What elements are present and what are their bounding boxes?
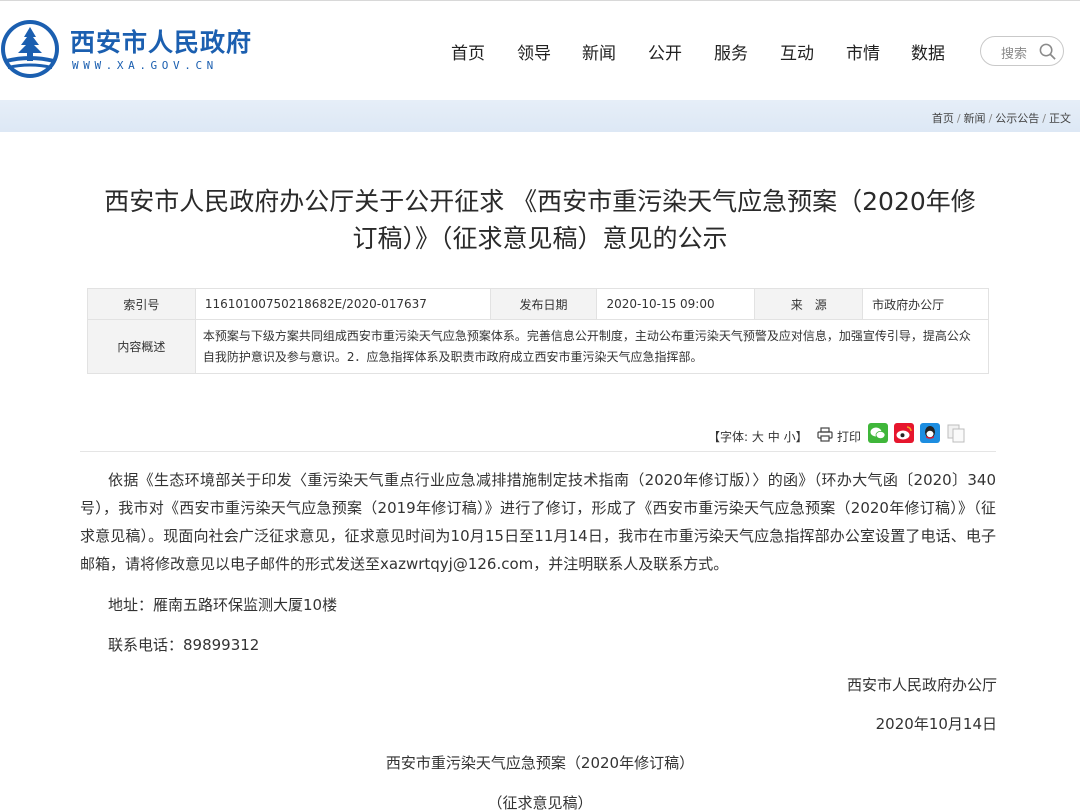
- article-meta-table: 索引号 11610100750218682E/2020-017637 发布日期 …: [87, 288, 990, 374]
- weibo-icon[interactable]: [894, 423, 914, 443]
- breadcrumb-notices[interactable]: 公示公告: [995, 112, 1039, 125]
- printer-icon: [817, 427, 833, 442]
- breadcrumb-home[interactable]: 首页: [932, 112, 954, 125]
- breadcrumb-separator: /: [956, 112, 961, 125]
- article-title-line-1: 西安市人民政府办公厅关于公开征求 《西安市重污染天气应急预案（2020年修: [104, 187, 976, 216]
- date-line: 2020年10月14日: [875, 715, 997, 733]
- nav-item-city-info[interactable]: 市情: [846, 39, 880, 64]
- index-number-value: 11610100750218682E/2020-017637: [194, 288, 491, 320]
- breadcrumb: 首页 / 新闻 / 公示公告 / 正文: [932, 110, 1071, 126]
- breadcrumb-separator: /: [1042, 112, 1046, 125]
- site-header: 西安市人民政府 WWW.XA.GOV.CN 首页 领导 新闻 公开 服务 互动 …: [0, 0, 1080, 100]
- search-icon[interactable]: [1038, 42, 1057, 61]
- breadcrumb-news[interactable]: 新闻: [964, 112, 986, 125]
- nav-item-data[interactable]: 数据: [911, 39, 945, 64]
- body-paragraph: 依据《生态环境部关于印发〈重污染天气重点行业应急减排措施制定技术指南（2020年…: [80, 471, 996, 573]
- nav-item-leaders[interactable]: 领导: [517, 39, 551, 64]
- signature-line: 西安市人民政府办公厅: [846, 676, 997, 694]
- article-title-line-2: 订稿）》（征求意见稿）意见的公示: [352, 224, 728, 253]
- font-size-label-open: 【字体:: [708, 430, 749, 444]
- summary-label: 内容概述: [87, 319, 196, 374]
- summary-value: 本预案与下级方案共同组成西安市重污染天气应急预案体系。完善信息公开制度，主动公布…: [194, 319, 990, 374]
- nav-item-news[interactable]: 新闻: [582, 39, 616, 64]
- site-name[interactable]: 西安市人民政府: [70, 23, 252, 59]
- breadcrumb-separator: /: [988, 112, 993, 125]
- font-size-label-close: 】: [795, 430, 808, 444]
- source-value: 市政府办公厅: [862, 288, 989, 320]
- nav-item-home[interactable]: 首页: [451, 39, 485, 64]
- nav-item-interaction[interactable]: 互动: [780, 39, 814, 64]
- article-title: 西安市人民政府办公厅关于公开征求 《西安市重污染天气应急预案（2020年修 订稿…: [70, 183, 1010, 257]
- site-url: WWW.XA.GOV.CN: [72, 59, 218, 72]
- source-label: 来 源: [754, 288, 864, 320]
- address-line: 地址：雁南五路环保监测大厦10楼: [108, 596, 338, 614]
- phone-line: 联系电话：89899312: [108, 636, 260, 654]
- copy-icon[interactable]: [946, 423, 966, 443]
- nav-item-public[interactable]: 公开: [648, 39, 682, 64]
- xian-logo-icon[interactable]: [0, 19, 60, 79]
- search-box[interactable]: 搜索: [980, 36, 1064, 66]
- font-size-large-button[interactable]: 大: [752, 430, 764, 444]
- qq-icon[interactable]: [920, 423, 940, 443]
- font-size-control: 【字体: 大 中 小】: [708, 428, 808, 445]
- meta-row: 索引号 11610100750218682E/2020-017637 发布日期 …: [87, 288, 989, 320]
- index-number-label: 索引号: [87, 288, 196, 320]
- breadcrumb-bar: 首页 / 新闻 / 公示公告 / 正文: [0, 100, 1080, 132]
- breadcrumb-current: 正文: [1049, 112, 1071, 125]
- attachment-subtitle: （征求意见稿）: [487, 794, 593, 811]
- wechat-icon[interactable]: [868, 423, 888, 443]
- font-size-small-button[interactable]: 小: [784, 430, 796, 444]
- font-size-medium-button[interactable]: 中: [768, 430, 780, 444]
- search-input[interactable]: 搜索: [1001, 43, 1027, 62]
- nav-item-services[interactable]: 服务: [714, 39, 748, 64]
- print-label: 打印: [837, 430, 862, 444]
- article-toolbar: 【字体: 大 中 小】 打印: [80, 422, 996, 452]
- meta-row: 内容概述 本预案与下级方案共同组成西安市重污染天气应急预案体系。完善信息公开制度…: [87, 319, 990, 374]
- attachment-title: 西安市重污染天气应急预案（2020年修订稿）: [385, 754, 695, 772]
- publish-date-value: 2020-10-15 09:00: [596, 288, 756, 320]
- publish-date-label: 发布日期: [489, 288, 598, 320]
